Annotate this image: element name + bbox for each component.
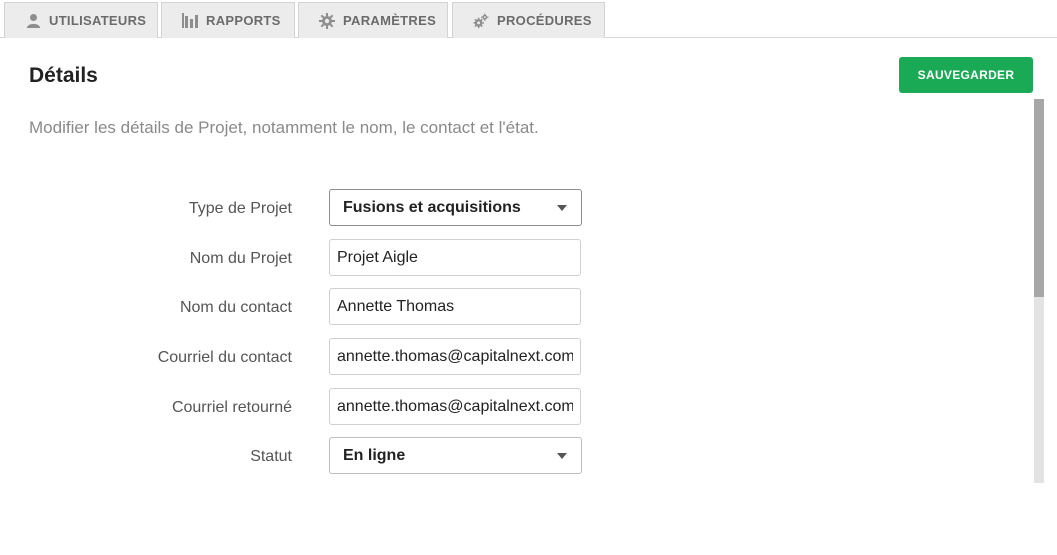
form-row-contact-email: Courriel du contact: [0, 338, 600, 376]
chevron-down-icon: [557, 453, 567, 459]
tab-label: PROCÉDURES: [497, 13, 592, 28]
form-row-return-email: Courriel retourné: [0, 388, 600, 426]
project-type-label: Type de Projet: [188, 200, 292, 217]
tab-label: PARAMÈTRES: [343, 13, 437, 28]
return-email-label: Courriel retourné: [171, 399, 292, 416]
page-title: Détails: [29, 64, 98, 87]
return-email-input[interactable]: [329, 388, 581, 425]
form-row-status: Statut En ligne: [0, 437, 600, 475]
contact-name-label: Nom du contact: [179, 299, 292, 316]
project-name-label: Nom du Projet: [189, 250, 292, 267]
page-subtitle: Modifier les détails de Projet, notammen…: [29, 118, 539, 137]
status-value: En ligne: [343, 446, 406, 464]
tab-bar: UTILISATEURS RAPPORTS PARAMÈTRES PROCÉDU…: [0, 0, 1057, 38]
project-name-input[interactable]: [329, 239, 581, 276]
gear-icon: [319, 12, 335, 29]
contact-name-input[interactable]: [329, 288, 581, 325]
form-row-project-name: Nom du Projet: [0, 239, 600, 277]
contact-email-input[interactable]: [329, 338, 581, 375]
save-button[interactable]: SAUVEGARDER: [899, 57, 1033, 93]
form-row-contact-name: Nom du contact: [0, 288, 600, 326]
status-select[interactable]: En ligne: [329, 437, 582, 474]
tab-label: RAPPORTS: [206, 13, 281, 28]
chevron-down-icon: [557, 205, 567, 211]
project-type-select[interactable]: Fusions et acquisitions: [329, 189, 582, 226]
contact-email-label: Courriel du contact: [157, 349, 292, 366]
tab-rapports[interactable]: RAPPORTS: [161, 2, 295, 38]
tab-procedures[interactable]: PROCÉDURES: [452, 2, 605, 38]
project-type-value: Fusions et acquisitions: [343, 198, 521, 216]
form-row-project-type: Type de Projet Fusions et acquisitions: [0, 189, 600, 227]
bar-chart-icon: [182, 13, 198, 29]
status-label: Statut: [250, 448, 292, 465]
tab-label: UTILISATEURS: [49, 13, 147, 28]
tab-parametres[interactable]: PARAMÈTRES: [298, 2, 448, 38]
tab-utilisateurs[interactable]: UTILISATEURS: [4, 2, 158, 38]
scrollbar-thumb[interactable]: [1034, 99, 1044, 297]
user-icon: [25, 13, 41, 29]
gears-icon: [473, 12, 489, 29]
scrollbar-track[interactable]: [1034, 99, 1044, 483]
